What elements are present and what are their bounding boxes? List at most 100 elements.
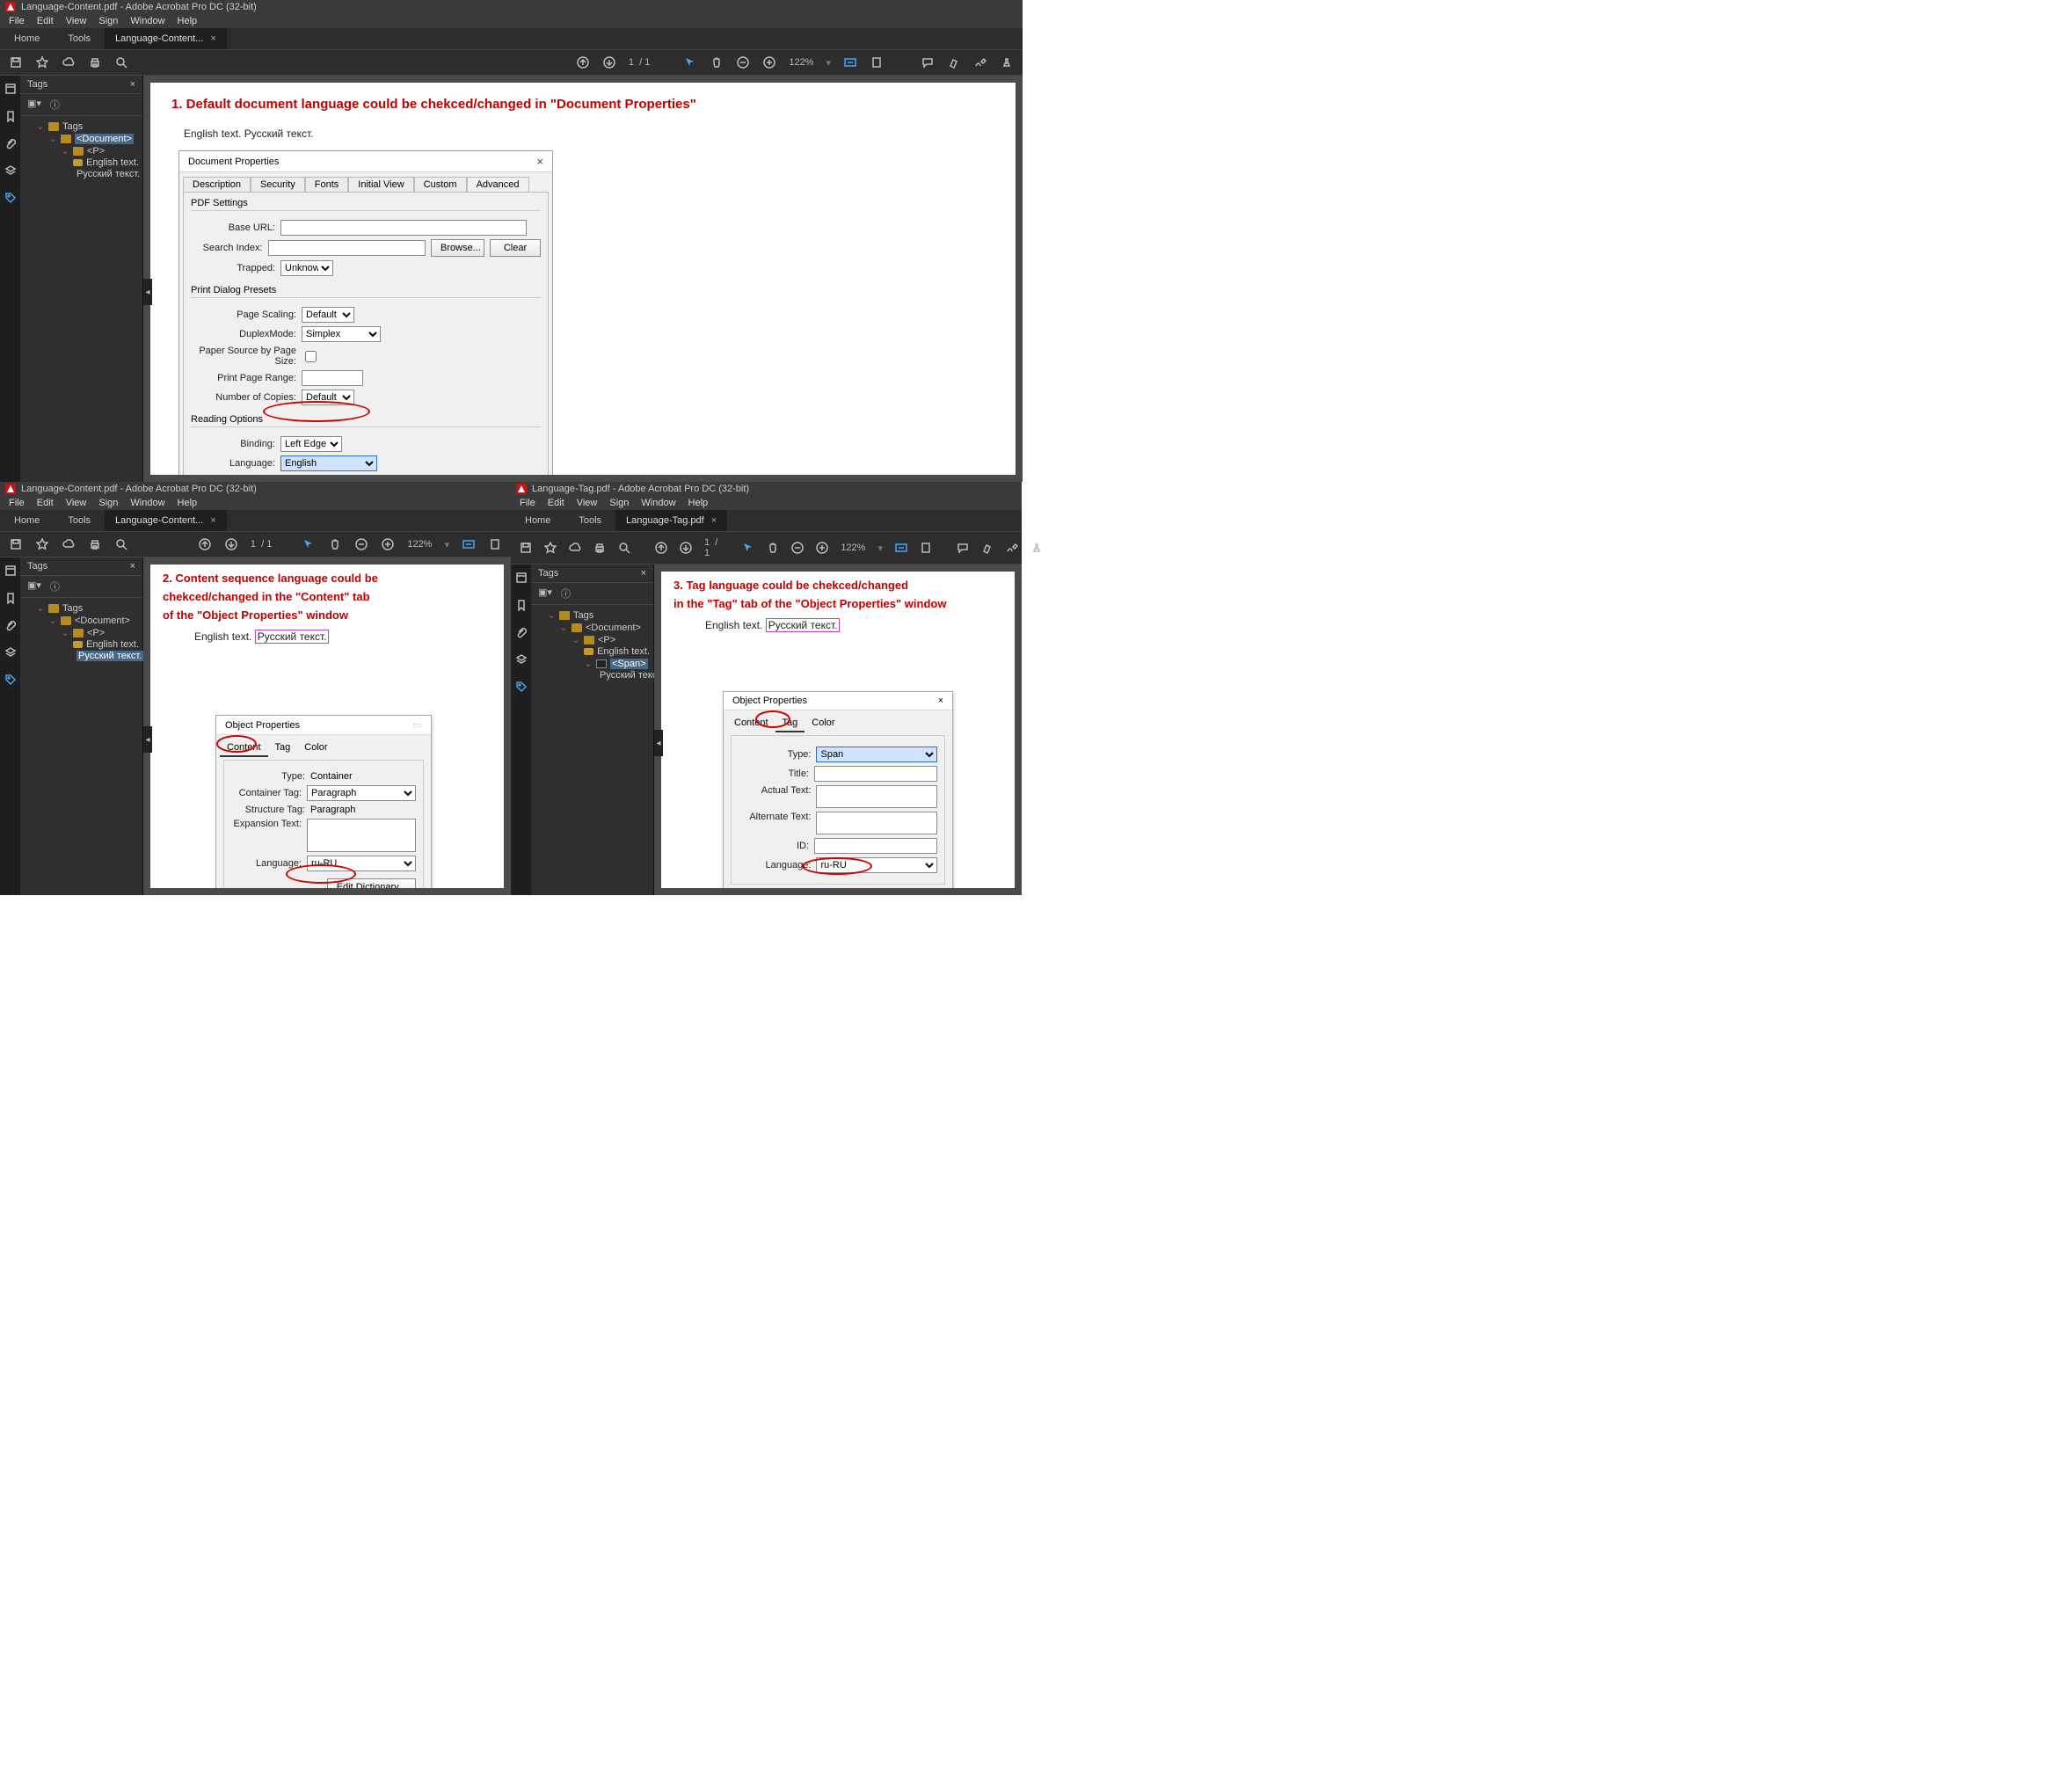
fit-page-icon[interactable]: [920, 541, 932, 555]
cloud-icon[interactable]: [569, 541, 581, 555]
menu-window[interactable]: Window: [636, 496, 681, 510]
id-input[interactable]: [814, 838, 937, 854]
menu-file[interactable]: File: [514, 496, 541, 510]
tags-nav-icon[interactable]: [515, 681, 528, 696]
tab-content[interactable]: Content: [220, 739, 268, 757]
document-tab[interactable]: Language-Tag.pdf×: [615, 510, 727, 531]
menu-sign[interactable]: Sign: [93, 496, 123, 510]
menu-window[interactable]: Window: [125, 14, 170, 28]
tab-tag[interactable]: Tag: [268, 739, 298, 757]
tab-tag[interactable]: Tag: [775, 715, 805, 732]
language-select[interactable]: English: [280, 455, 377, 471]
print-range-input[interactable]: [302, 370, 363, 386]
close-panel-icon[interactable]: ×: [641, 568, 646, 579]
menu-sign[interactable]: Sign: [93, 14, 123, 28]
thumbnails-icon[interactable]: [4, 83, 17, 98]
bookmarks-icon[interactable]: [4, 110, 17, 125]
clear-button[interactable]: Clear: [490, 239, 541, 257]
tab-color[interactable]: Color: [297, 739, 334, 757]
tools-tab[interactable]: Tools: [564, 510, 615, 531]
cloud-icon[interactable]: [62, 55, 76, 69]
menu-sign[interactable]: Sign: [604, 496, 634, 510]
collapse-arrow-icon[interactable]: ◂: [143, 726, 152, 753]
save-icon[interactable]: [520, 541, 532, 555]
collapse-arrow-icon[interactable]: ◂: [654, 730, 663, 756]
page-up-icon[interactable]: [655, 541, 667, 555]
menu-help[interactable]: Help: [683, 496, 714, 510]
select-tool-icon[interactable]: [302, 537, 316, 551]
highlight-icon[interactable]: [947, 55, 961, 69]
base-url-input[interactable]: [280, 220, 527, 236]
menu-file[interactable]: File: [4, 496, 30, 510]
tags-tree[interactable]: ⌄Tags ⌄<Document> ⌄<P> English text. ⌄<S…: [531, 605, 653, 685]
close-tab-icon[interactable]: ×: [711, 515, 717, 526]
search-icon[interactable]: [114, 537, 128, 551]
zoom-in-icon[interactable]: [381, 537, 395, 551]
tab-security[interactable]: Security: [251, 177, 305, 193]
select-tool-icon[interactable]: [683, 55, 697, 69]
close-icon[interactable]: ▭: [413, 719, 422, 731]
attachments-icon[interactable]: [4, 137, 17, 152]
highlight-icon[interactable]: [981, 541, 994, 555]
options-icon[interactable]: ▣▾: [538, 586, 552, 601]
language-select[interactable]: ru-RU: [816, 857, 937, 873]
options-icon[interactable]: ▣▾: [27, 579, 41, 594]
page-up-icon[interactable]: [576, 55, 590, 69]
tab-initial-view[interactable]: Initial View: [348, 177, 413, 193]
hand-tool-icon[interactable]: [710, 55, 724, 69]
tags-nav-icon[interactable]: [4, 192, 17, 207]
bookmarks-icon[interactable]: [4, 592, 17, 607]
tab-content[interactable]: Content: [727, 715, 775, 732]
tree-selected-node[interactable]: Русский текст.: [76, 651, 143, 661]
hand-tool-icon[interactable]: [328, 537, 342, 551]
zoom-out-icon[interactable]: [791, 541, 804, 555]
search-index-input[interactable]: [268, 240, 426, 256]
fit-page-icon[interactable]: [488, 537, 502, 551]
browse-button[interactable]: Browse...: [431, 239, 484, 257]
tree-document-node[interactable]: <Document>: [75, 134, 134, 144]
home-tab[interactable]: Home: [0, 28, 54, 49]
comment-icon[interactable]: [921, 55, 935, 69]
tab-custom[interactable]: Custom: [414, 177, 467, 193]
thumbnails-icon[interactable]: [515, 572, 528, 586]
page-up-icon[interactable]: [198, 537, 212, 551]
bookmarks-icon[interactable]: [515, 599, 528, 614]
document-area[interactable]: ◂ 1. Default document language could be …: [143, 76, 1023, 482]
menu-view[interactable]: View: [61, 496, 92, 510]
save-icon[interactable]: [9, 537, 23, 551]
menu-edit[interactable]: Edit: [32, 14, 59, 28]
menu-edit[interactable]: Edit: [32, 496, 59, 510]
print-icon[interactable]: [593, 541, 606, 555]
layers-icon[interactable]: [4, 646, 17, 661]
sign-icon[interactable]: [973, 55, 987, 69]
menu-help[interactable]: Help: [172, 496, 203, 510]
title-input[interactable]: [814, 766, 937, 782]
hand-tool-icon[interactable]: [767, 541, 779, 555]
comment-icon[interactable]: [957, 541, 969, 555]
tags-nav-icon[interactable]: [4, 674, 17, 688]
print-icon[interactable]: [88, 537, 102, 551]
page-down-icon[interactable]: [224, 537, 238, 551]
zoom-in-icon[interactable]: [762, 55, 776, 69]
zoom-out-icon[interactable]: [736, 55, 750, 69]
info-icon[interactable]: ⓘ: [50, 579, 60, 594]
tools-tab[interactable]: Tools: [54, 510, 105, 531]
copies-select[interactable]: Default: [302, 390, 354, 405]
actual-text-input[interactable]: [816, 785, 937, 808]
language-select[interactable]: ru-RU: [307, 856, 416, 871]
fit-width-icon[interactable]: [462, 537, 476, 551]
tab-fonts[interactable]: Fonts: [305, 177, 349, 193]
menu-edit[interactable]: Edit: [542, 496, 570, 510]
fit-page-icon[interactable]: [870, 55, 884, 69]
tags-tree[interactable]: ⌄Tags ⌄<Document> ⌄<P> English text. Рус…: [20, 598, 142, 666]
duplex-select[interactable]: Simplex: [302, 326, 381, 342]
collapse-arrow-icon[interactable]: ◂: [143, 279, 152, 305]
info-icon[interactable]: ⓘ: [50, 98, 60, 112]
trapped-select[interactable]: Unknown: [280, 260, 333, 276]
tab-description[interactable]: Description: [183, 177, 251, 193]
home-tab[interactable]: Home: [511, 510, 564, 531]
menu-view[interactable]: View: [572, 496, 603, 510]
tools-tab[interactable]: Tools: [54, 28, 105, 49]
stamp-icon[interactable]: [1000, 55, 1014, 69]
stamp-icon[interactable]: [1030, 541, 1043, 555]
